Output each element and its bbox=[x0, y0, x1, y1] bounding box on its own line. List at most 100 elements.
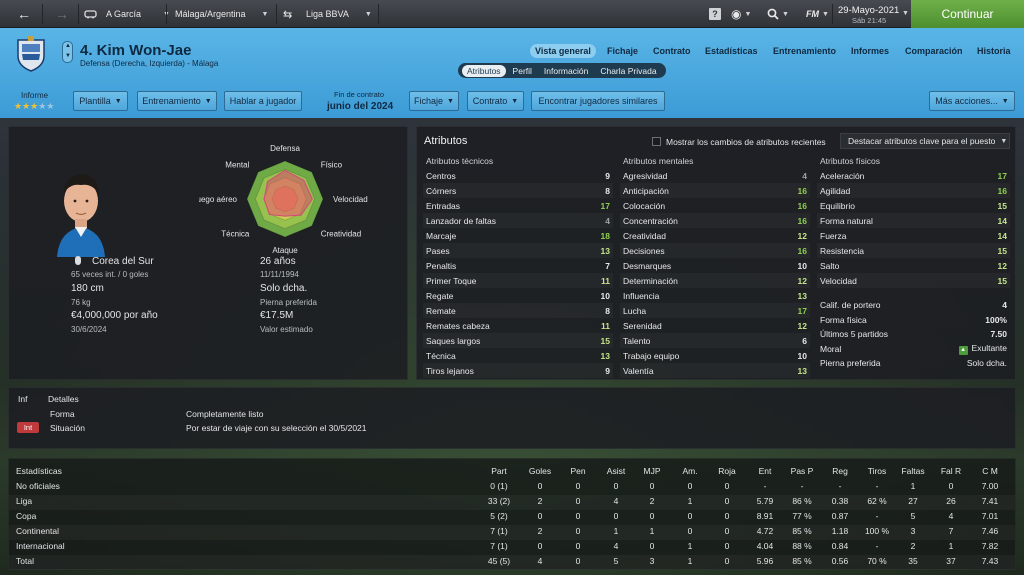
stats-header[interactable]: Pen bbox=[558, 466, 598, 476]
stats-cell: 2 bbox=[537, 526, 543, 536]
attribute-radar-chart: Defensa Físico Velocidad Creatividad Ataque T… bbox=[199, 144, 368, 255]
report-label: Informe bbox=[21, 91, 49, 100]
subtab-atributos[interactable]: Atributos bbox=[462, 64, 506, 77]
stats-cell: 0 bbox=[575, 541, 581, 551]
tab-entrenamiento[interactable]: Entrenamiento bbox=[773, 46, 836, 56]
attribute-name: Trabajo equipo bbox=[623, 350, 680, 361]
stats-header[interactable]: Roja bbox=[707, 466, 747, 476]
stats-cell: 5.79 bbox=[756, 496, 774, 506]
attribute-row: Remate 8 bbox=[423, 303, 613, 318]
attribute-name: Técnica bbox=[426, 350, 456, 361]
transfer-button[interactable]: Fichaje ▼ bbox=[409, 91, 459, 111]
stats-cell: 0 bbox=[724, 541, 730, 551]
morale-up-icon: ▲ bbox=[958, 345, 968, 355]
stats-cell: 0 bbox=[649, 541, 655, 551]
help-button[interactable]: ? bbox=[708, 0, 722, 28]
fm-logo-icon: FM bbox=[806, 9, 819, 19]
attribute-name: Fuerza bbox=[820, 230, 847, 241]
forward-arrow-icon[interactable]: → bbox=[50, 0, 74, 28]
training-button[interactable]: Entrenamiento ▼ bbox=[137, 91, 217, 111]
stats-cell: 4.04 bbox=[756, 541, 774, 551]
highlight-dropdown[interactable]: Destacar atributos clave para el puesto ▼ bbox=[840, 133, 1010, 149]
tab-estadisticas[interactable]: Estadísticas bbox=[705, 46, 758, 56]
club-menu[interactable]: Málaga/Argentina ▼ bbox=[175, 0, 268, 28]
game-date: 29-Mayo-2021 bbox=[838, 5, 900, 16]
attribute-value: 9 bbox=[605, 170, 610, 181]
chevron-down-icon[interactable]: ▼ bbox=[902, 10, 909, 17]
stats-cell: 5 (2) bbox=[490, 511, 508, 521]
stats-cell: 85 % bbox=[792, 556, 812, 566]
stats-cell: 1 bbox=[948, 541, 954, 551]
attribute-row: Remates cabeza 11 bbox=[423, 318, 613, 333]
tab-contrato[interactable]: Contrato bbox=[653, 46, 691, 56]
find-similar-button[interactable]: Encontrar jugadores similares bbox=[531, 91, 665, 111]
subtab-charla-privada[interactable]: Charla Privada bbox=[595, 65, 661, 77]
talk-to-player-button[interactable]: Hablar a jugador bbox=[224, 91, 302, 111]
attribute-name: Influencia bbox=[623, 290, 660, 301]
stats-cell: 0 bbox=[724, 481, 730, 491]
profile-panel: Defensa Físico Velocidad Creatividad Ataque T… bbox=[8, 126, 408, 380]
int-status-badge: Int bbox=[17, 422, 39, 433]
morale-wrap: ▲ Exultante bbox=[958, 343, 1007, 355]
contract-button-label: Contrato bbox=[472, 96, 508, 106]
stats-header[interactable]: Ent bbox=[745, 466, 785, 476]
attribute-row: Aceleración 17 bbox=[817, 168, 1010, 183]
more-actions-button[interactable]: Más acciones... ▼ bbox=[929, 91, 1015, 111]
stats-header[interactable]: Reg bbox=[820, 466, 860, 476]
tab-fichaje[interactable]: Fichaje bbox=[607, 46, 638, 56]
stats-cell: 5 bbox=[613, 556, 619, 566]
stats-header[interactable]: Asist bbox=[596, 466, 636, 476]
stats-cell: 77 % bbox=[792, 511, 812, 521]
stats-header[interactable]: Am. bbox=[670, 466, 710, 476]
attribute-name: Pases bbox=[426, 245, 450, 256]
stats-cell: 62 % bbox=[867, 496, 887, 506]
subtab-informacion[interactable]: Información bbox=[539, 65, 593, 77]
tab-vista-general[interactable]: Vista general bbox=[530, 44, 596, 58]
attribute-name: Anticipación bbox=[623, 185, 669, 196]
stats-header[interactable]: Part bbox=[479, 466, 519, 476]
continue-button[interactable]: Continuar bbox=[911, 0, 1024, 28]
attribute-row: Tiros lejanos 9 bbox=[423, 363, 613, 378]
fm-menu[interactable]: FM ▼ bbox=[806, 0, 829, 28]
stats-header[interactable]: Pas P bbox=[782, 466, 822, 476]
star-icon: ★ bbox=[46, 101, 55, 111]
chevron-down-icon: ▼ bbox=[204, 97, 212, 105]
stats-header[interactable]: Goles bbox=[520, 466, 560, 476]
stats-header[interactable]: Fal R bbox=[931, 466, 971, 476]
details-col-inf: Inf bbox=[18, 394, 28, 404]
detail-value-situacion: Por estar de viaje con su selección el 3… bbox=[186, 423, 367, 433]
tab-historia[interactable]: Historia bbox=[977, 46, 1011, 56]
stats-header[interactable]: Tiros bbox=[857, 466, 897, 476]
contract-button[interactable]: Contrato ▼ bbox=[467, 91, 524, 111]
competition-menu[interactable]: Liga BBVA ▼ bbox=[306, 0, 372, 28]
stats-header[interactable]: Faltas bbox=[893, 466, 933, 476]
stats-cell: - bbox=[875, 541, 879, 551]
attribute-value: 10 bbox=[600, 290, 610, 301]
globe-icon[interactable]: ◉ ▼ bbox=[731, 0, 751, 28]
tab-comparacion[interactable]: Comparación bbox=[905, 46, 963, 56]
stats-title: Estadísticas bbox=[16, 466, 62, 476]
stats-cell: 86 % bbox=[792, 496, 812, 506]
extra-attribute-name: Forma física bbox=[820, 314, 867, 325]
subtab-perfil[interactable]: Perfil bbox=[508, 65, 537, 77]
stats-header[interactable]: C M bbox=[970, 466, 1010, 476]
back-arrow-icon[interactable]: ← bbox=[12, 0, 36, 28]
top-bar: ← → A García▼ Málaga/Argentina▼ ⇆ Liga B… bbox=[0, 0, 1024, 28]
stats-header[interactable]: MJP bbox=[632, 466, 672, 476]
attribute-row: Pases 13 bbox=[423, 243, 613, 258]
squad-button[interactable]: Plantilla ▼ bbox=[73, 91, 128, 111]
manager-menu[interactable]: A García▼ bbox=[106, 0, 170, 28]
attribute-name: Agresividad bbox=[623, 170, 668, 181]
attribute-name: Tiros lejanos bbox=[426, 365, 474, 376]
attribute-row: Velocidad 15 bbox=[817, 273, 1010, 288]
search-icon[interactable]: ▼ bbox=[767, 0, 789, 28]
stats-cell: 0 bbox=[575, 511, 581, 521]
tab-informes[interactable]: Informes bbox=[851, 46, 889, 56]
attribute-name: Lanzador de faltas bbox=[426, 215, 496, 226]
show-changes-checkbox[interactable] bbox=[652, 137, 661, 146]
extra-attribute-row: Calif. de portero 4 bbox=[817, 297, 1010, 312]
player-stepper[interactable]: ▲ ▼ bbox=[62, 41, 73, 63]
attribute-value: 13 bbox=[797, 365, 807, 376]
stats-cell: 4 bbox=[613, 496, 619, 506]
attribute-value: 14 bbox=[997, 230, 1007, 241]
